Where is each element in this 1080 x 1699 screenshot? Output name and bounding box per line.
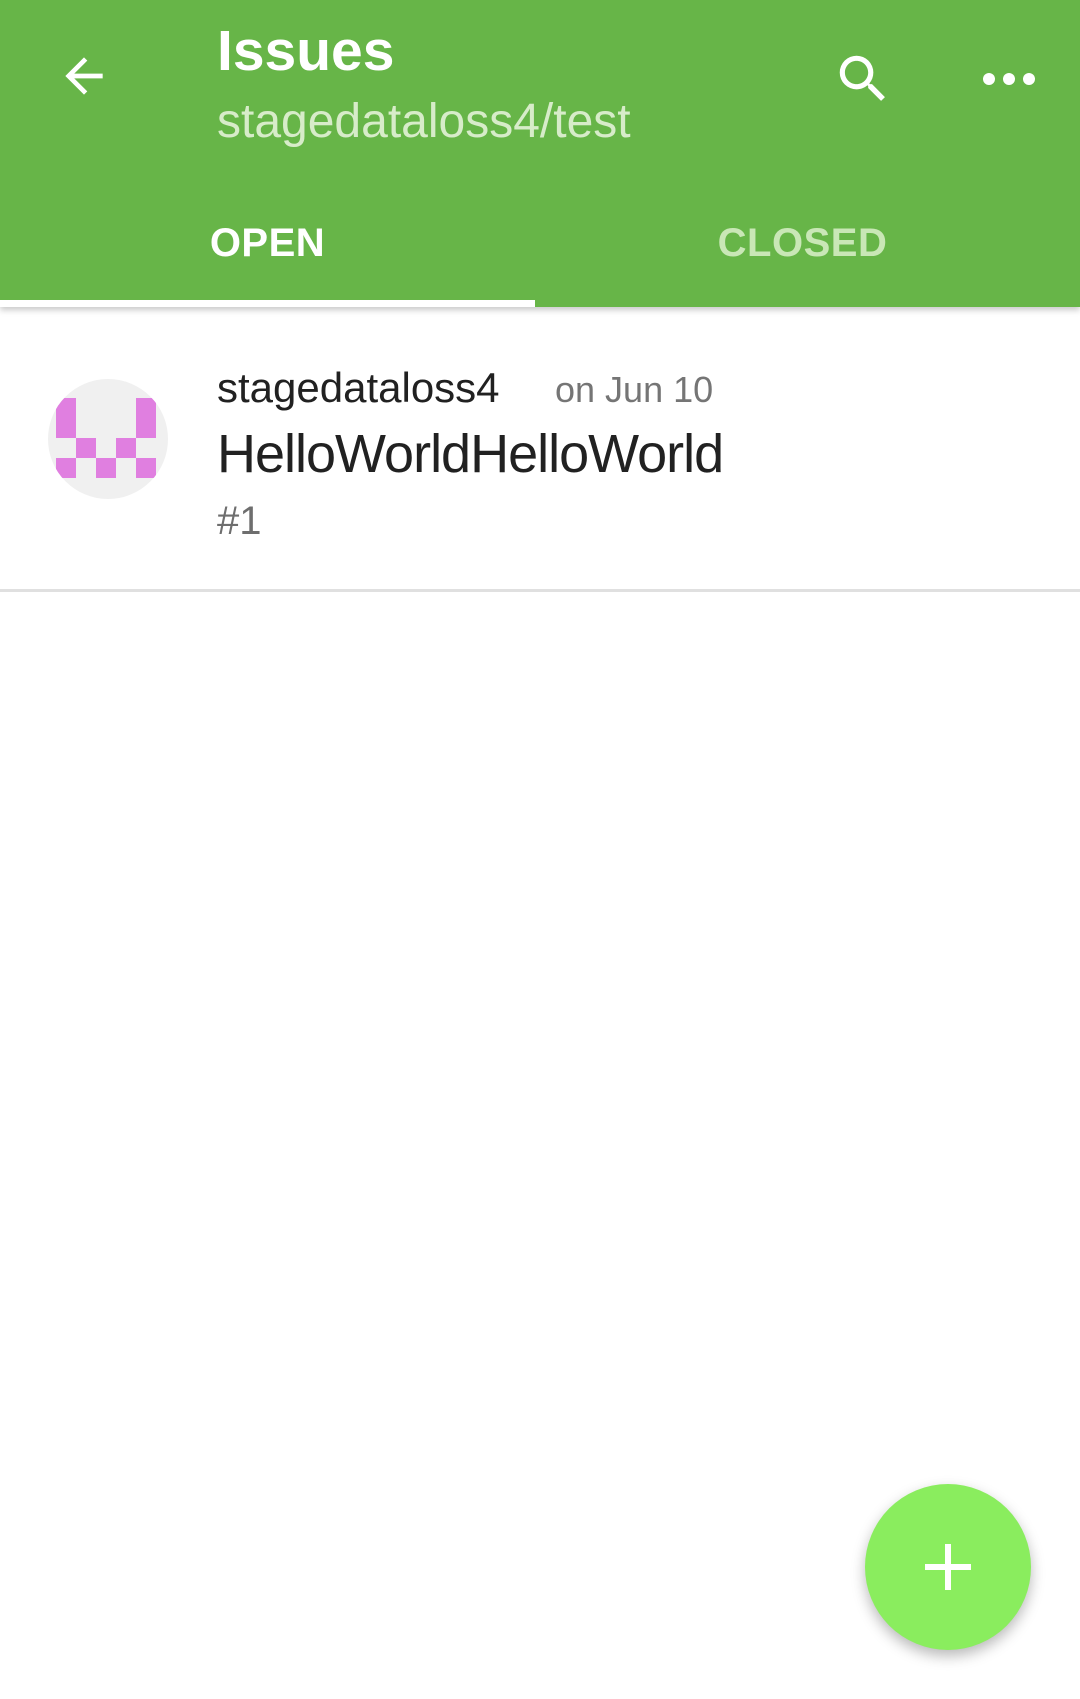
more-options-icon <box>983 73 1035 85</box>
avatar <box>48 379 168 499</box>
selected-tab-indicator <box>0 300 535 307</box>
tab-open[interactable]: OPEN <box>0 186 535 307</box>
search-button[interactable] <box>822 38 904 120</box>
page-title: Issues <box>217 19 395 83</box>
identicon-avatar <box>56 398 156 478</box>
back-button[interactable] <box>44 36 124 116</box>
issue-list-item[interactable]: stagedataloss4 on Jun 10 HelloWorldHello… <box>0 307 1080 590</box>
repository-subtitle: stagedataloss4/test <box>217 95 631 148</box>
issue-author: stagedataloss4 <box>217 364 500 411</box>
issue-number: #1 <box>217 499 262 543</box>
issue-date: on Jun 10 <box>555 369 714 410</box>
tab-closed[interactable]: CLOSED <box>535 186 1070 307</box>
arrow-back-icon <box>65 57 103 95</box>
issue-title: HelloWorldHelloWorld <box>217 424 724 484</box>
app-bar: Issues stagedataloss4/test OPEN CLOSED <box>0 0 1080 307</box>
plus-icon <box>925 1544 971 1590</box>
new-issue-button[interactable] <box>865 1484 1031 1650</box>
more-options-button[interactable] <box>968 38 1050 120</box>
list-divider <box>0 589 1080 592</box>
search-icon <box>839 55 885 101</box>
